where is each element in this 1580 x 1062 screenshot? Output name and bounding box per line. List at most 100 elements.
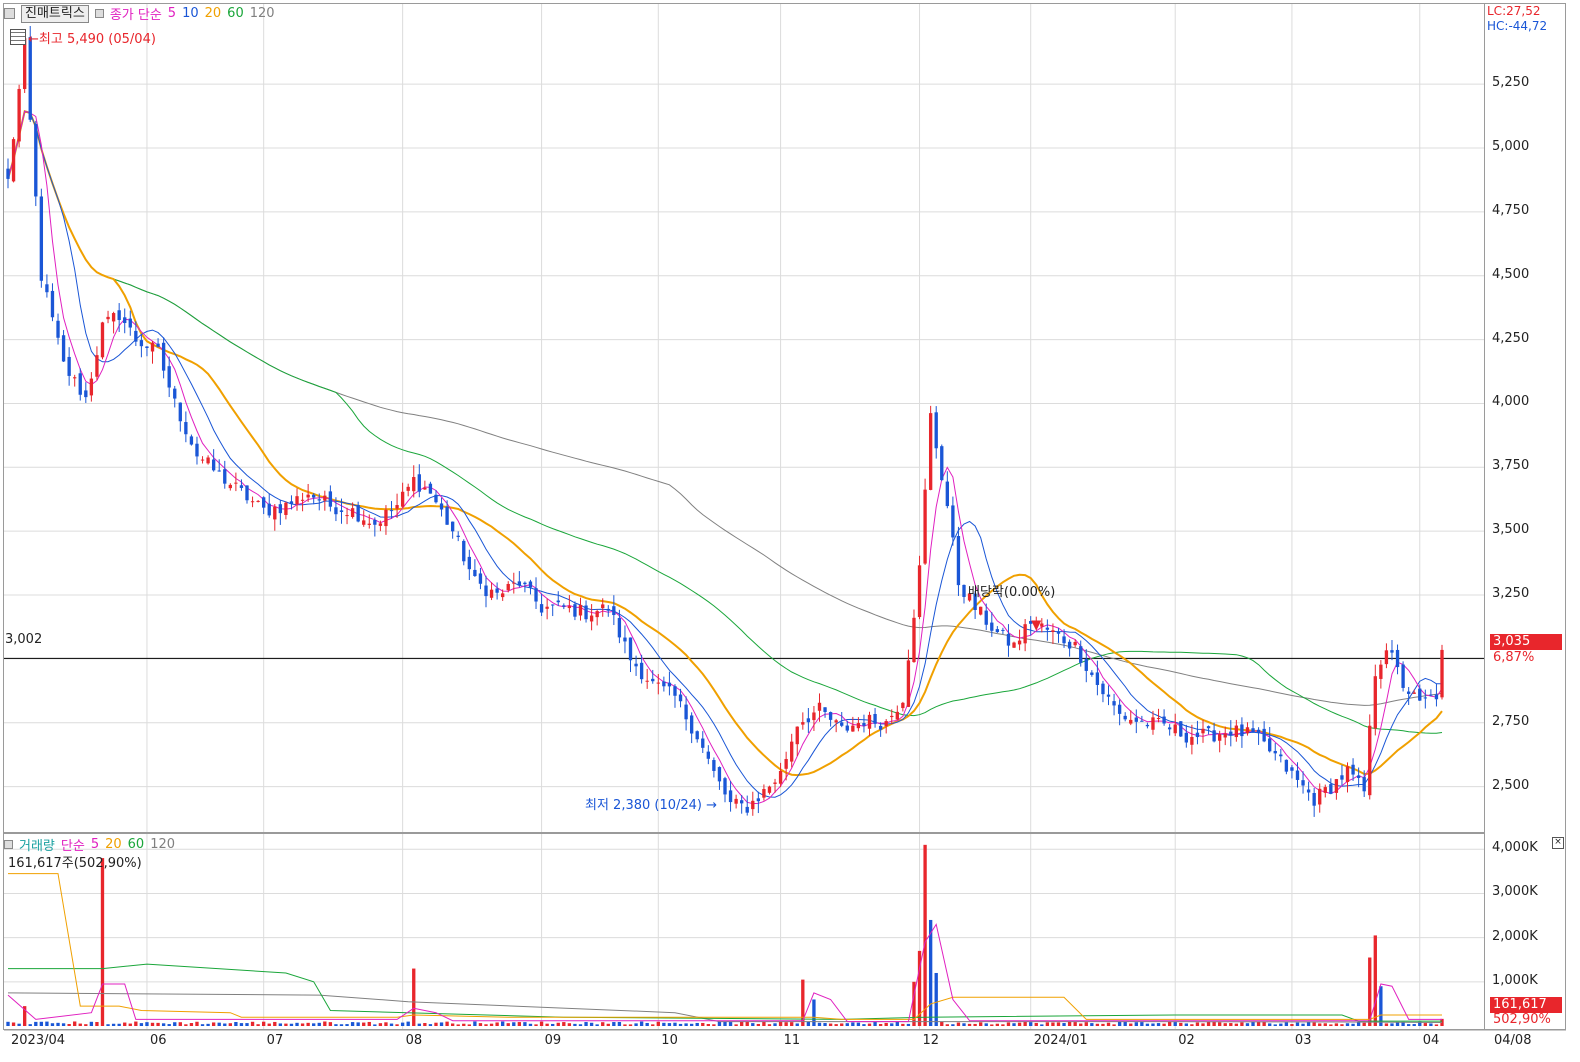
volume-bar [1067,1021,1072,1026]
candle-body [1429,694,1433,696]
volume-bar [317,1022,321,1026]
candle-body [551,604,555,606]
vma20-label[interactable]: 20 [105,837,122,852]
moving-average-lines [7,110,1443,805]
volume-bar [956,1022,961,1026]
candle-body [501,593,505,598]
candle-body [1340,775,1344,780]
chart-canvas[interactable] [0,0,1580,1062]
volume-bar [523,1022,527,1026]
price-tick-label: 4,750 [1492,202,1530,218]
volume-bar [623,1024,627,1026]
volume-bar [712,1024,716,1026]
stock-name-tag[interactable]: 진매트릭스 [21,4,89,23]
candle-body [173,388,177,399]
legend-toggle-box[interactable] [4,8,15,19]
candle-body [1290,767,1294,771]
candle-body [673,686,677,696]
candle-body [373,520,377,525]
close-icon[interactable]: × [1552,837,1564,849]
candle-body [1362,777,1366,792]
volume-bar [667,1023,672,1026]
volume-bar [478,1023,483,1026]
volume-bar [161,1023,166,1026]
price-tick-label: 5,250 [1492,75,1530,91]
volume-legend-box[interactable] [4,840,13,849]
candle-body [851,725,855,732]
ma60-label[interactable]: 60 [227,6,244,21]
vma120-label[interactable]: 120 [150,837,175,852]
date-tick-label: 04/08 [1494,1033,1532,1048]
candle-body [445,506,449,525]
volume-bar [1001,1024,1005,1026]
candle-body [1045,627,1050,630]
candle-body [284,502,288,515]
vma60-label[interactable]: 60 [128,837,145,852]
legend-settings-box[interactable] [94,9,104,18]
volume-bar [39,1021,44,1026]
candle-body [878,725,883,730]
volume-bar [1223,1023,1227,1026]
ma120-label[interactable]: 120 [250,6,275,21]
candle-body [439,503,444,510]
volume-bar [95,1022,99,1026]
candle-body [595,611,599,618]
candle-body [584,605,588,620]
candle-body [951,505,955,538]
volume-bar [573,1023,577,1026]
volume-bar [501,1021,505,1026]
volume-bar [73,1021,77,1026]
low-annotation: 최저 2,380 (10/24) → [585,798,718,813]
candle-body [367,523,371,525]
price-tick-label: 3,250 [1492,586,1530,601]
date-tick-label: 2024/01 [1033,1033,1088,1048]
volume-bar [1351,1023,1355,1026]
candle-body [1056,631,1061,634]
candle-body [362,520,366,525]
candle-body [1117,704,1122,714]
volume-bar [517,1022,522,1026]
ma-type-label[interactable]: 종가 단순 [110,4,162,23]
volume-bar [289,1023,294,1026]
volume-bar [173,1022,177,1026]
volume-bar [56,1022,60,1026]
volume-bar [350,1022,355,1026]
candle-body [823,707,827,712]
candle-body [45,284,49,293]
volume-bar [28,1024,32,1026]
candle-body [1190,736,1194,745]
volume-bar [389,1023,394,1026]
volume-bar [689,1023,694,1026]
candle-body [1212,730,1216,742]
ma10-label[interactable]: 10 [182,6,199,21]
candle-body [845,725,849,731]
candle-body [1040,623,1044,627]
grid-toggle-icon[interactable] [10,29,26,45]
ma20-label[interactable]: 20 [205,6,222,21]
vma5-label[interactable]: 5 [91,837,99,852]
candle-body [745,806,749,813]
volume-bar [1429,1023,1433,1026]
volume-bar [662,1022,666,1026]
candle-body [895,711,899,720]
ma5-label[interactable]: 5 [168,6,176,21]
volume-bar [145,1022,149,1026]
volume-bar [1212,1021,1216,1026]
volume-bar [506,1023,510,1026]
candle-body [923,489,927,564]
volume-bar [1434,1024,1439,1026]
stock-chart[interactable]: 진매트릭스 종가 단순 5 10 20 60 120 ←최고 5,490 (05… [0,0,1580,1062]
candle-body [556,600,560,603]
volume-bar [534,1024,538,1026]
candle-body [412,477,416,492]
volume-bar [1156,1023,1161,1026]
candle-body [350,508,355,517]
candle-body [323,495,327,501]
volume-bar [945,1024,949,1026]
volume-bar [528,1023,533,1026]
volume-bar [1134,1022,1138,1026]
candle-body [678,694,683,702]
candle-body [795,726,799,745]
volume-bar [1040,1024,1044,1026]
volume-bar [1145,1023,1150,1026]
